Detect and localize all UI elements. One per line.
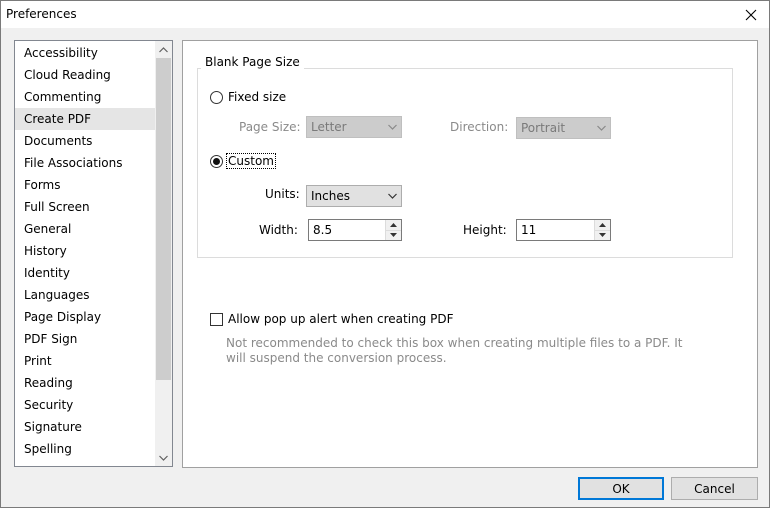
sidebar-item[interactable]: Languages bbox=[15, 284, 156, 306]
arrow-down-icon bbox=[599, 233, 606, 238]
height-increment-button[interactable] bbox=[595, 220, 610, 230]
custom-label: Custom bbox=[226, 153, 276, 169]
category-list[interactable]: Accessibility Cloud Reading Commenting Crea… bbox=[14, 40, 173, 467]
sidebar-item[interactable]: Create PDF bbox=[15, 108, 156, 130]
height-label: Height: bbox=[463, 223, 507, 237]
arrow-down-icon bbox=[390, 233, 397, 238]
close-icon bbox=[745, 9, 757, 20]
sidebar-item[interactable]: Signature bbox=[15, 416, 156, 438]
sidebar-item[interactable]: General bbox=[15, 218, 156, 240]
sidebar-item[interactable]: Print bbox=[15, 350, 156, 372]
custom-radio[interactable]: Custom bbox=[210, 153, 276, 169]
preferences-dialog: Preferences Accessibility Cloud Reading Co… bbox=[0, 0, 770, 508]
direction-value: Portrait bbox=[521, 121, 566, 135]
category-items: Accessibility Cloud Reading Commenting Crea… bbox=[15, 42, 156, 460]
group-title: Blank Page Size bbox=[201, 54, 304, 70]
chevron-down-icon bbox=[597, 125, 606, 131]
width-decrement-button[interactable] bbox=[386, 229, 401, 240]
sidebar-item[interactable]: Commenting bbox=[15, 86, 156, 108]
popup-alert-checkbox[interactable] bbox=[210, 312, 223, 326]
sidebar-item[interactable]: Reading bbox=[15, 372, 156, 394]
sidebar-item[interactable]: Spelling bbox=[15, 438, 156, 460]
units-select[interactable]: Inches bbox=[306, 185, 402, 207]
title-bar: Preferences bbox=[1, 1, 769, 28]
height-value[interactable]: 11 bbox=[517, 220, 594, 240]
ok-button[interactable]: OK bbox=[578, 477, 664, 500]
scroll-down-button[interactable] bbox=[155, 449, 172, 466]
sidebar-item[interactable]: Cloud Reading bbox=[15, 64, 156, 86]
fixed-size-radio-circle[interactable] bbox=[210, 90, 223, 104]
width-spinner[interactable]: 8.5 bbox=[308, 219, 402, 241]
sidebar-item[interactable]: Security bbox=[15, 394, 156, 416]
arrow-up-icon bbox=[599, 222, 606, 227]
page-size-select[interactable]: Letter bbox=[306, 116, 402, 138]
units-value: Inches bbox=[311, 189, 350, 203]
page-size-label: Page Size: bbox=[239, 120, 301, 134]
width-label: Width: bbox=[259, 223, 298, 237]
direction-select[interactable]: Portrait bbox=[516, 117, 611, 139]
units-label: Units: bbox=[265, 187, 300, 201]
custom-radio-circle[interactable] bbox=[210, 154, 223, 168]
fixed-size-label: Fixed size bbox=[228, 90, 287, 104]
sidebar-item[interactable]: File Associations bbox=[15, 152, 156, 174]
chevron-down-icon bbox=[388, 193, 397, 199]
scroll-thumb[interactable] bbox=[156, 58, 171, 380]
popup-alert-note: Not recommended to check this box when c… bbox=[226, 336, 683, 365]
sidebar-item[interactable]: Accessibility bbox=[15, 42, 156, 64]
arrow-up-icon bbox=[390, 222, 397, 227]
category-scrollbar[interactable] bbox=[155, 41, 172, 466]
sidebar-item[interactable]: Identity bbox=[15, 262, 156, 284]
create-pdf-panel: Blank Page Size Fixed size Page Size: Le… bbox=[182, 40, 758, 468]
sidebar-item[interactable]: Documents bbox=[15, 130, 156, 152]
cancel-button[interactable]: Cancel bbox=[671, 477, 758, 500]
sidebar-item[interactable]: PDF Sign bbox=[15, 328, 156, 350]
popup-alert-checkbox-row[interactable]: Allow pop up alert when creating PDF bbox=[210, 312, 453, 326]
chevron-up-icon bbox=[159, 46, 168, 52]
page-size-value: Letter bbox=[311, 120, 347, 134]
height-decrement-button[interactable] bbox=[595, 229, 610, 240]
sidebar-item[interactable]: History bbox=[15, 240, 156, 262]
width-increment-button[interactable] bbox=[386, 220, 401, 230]
sidebar-item[interactable]: Full Screen bbox=[15, 196, 156, 218]
close-button[interactable] bbox=[733, 1, 769, 28]
width-value[interactable]: 8.5 bbox=[309, 220, 385, 240]
chevron-down-icon bbox=[159, 455, 168, 461]
chevron-down-icon bbox=[388, 124, 397, 130]
height-spinner[interactable]: 11 bbox=[516, 219, 611, 241]
fixed-size-radio[interactable]: Fixed size bbox=[210, 90, 287, 104]
direction-label: Direction: bbox=[450, 120, 509, 134]
popup-alert-label: Allow pop up alert when creating PDF bbox=[228, 312, 454, 326]
scroll-up-button[interactable] bbox=[155, 41, 172, 58]
window-title: Preferences bbox=[6, 7, 77, 21]
sidebar-item[interactable]: Page Display bbox=[15, 306, 156, 328]
sidebar-item[interactable]: Forms bbox=[15, 174, 156, 196]
